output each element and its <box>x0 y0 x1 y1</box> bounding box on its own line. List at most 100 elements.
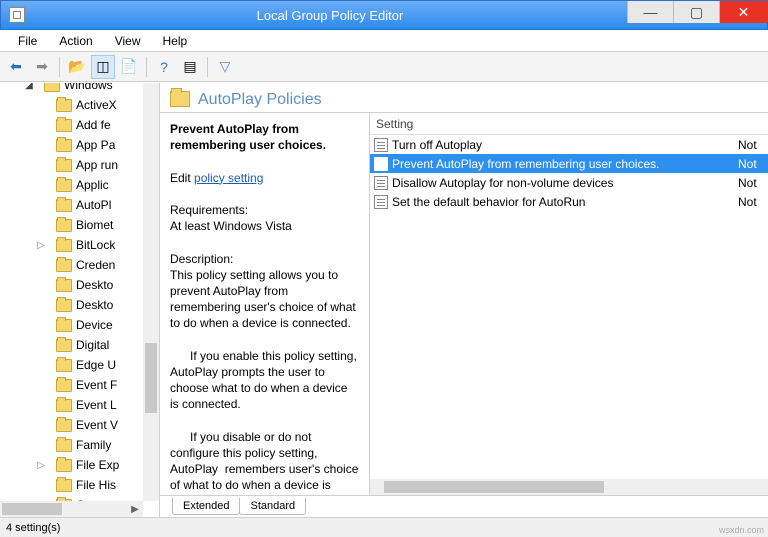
content-area: ◢ Windows ActiveX Add fe App Pa App run Applic… <box>0 82 768 517</box>
export-button[interactable]: 📄 <box>117 55 141 79</box>
tree-horizontal-scrollbar[interactable]: ◀ ▶ <box>0 501 143 517</box>
policy-icon <box>374 157 388 171</box>
tree-item[interactable]: Event V <box>4 415 143 435</box>
folder-icon <box>56 439 72 452</box>
window-buttons: — ▢ ✕ <box>627 1 767 29</box>
tree-item-label: ActiveX <box>76 98 117 112</box>
folder-icon <box>56 339 72 352</box>
requirements-label: Requirements: <box>170 203 248 217</box>
folder-icon <box>56 299 72 312</box>
tree-item[interactable]: AutoPl <box>4 195 143 215</box>
minimize-button[interactable]: — <box>627 1 673 23</box>
tree-item-label: Event F <box>76 378 117 392</box>
status-text: 4 setting(s) <box>6 522 60 534</box>
tree-item-label: BitLock <box>76 238 115 252</box>
tree-item-label: Creden <box>76 258 115 272</box>
tree-item[interactable]: Applic <box>4 175 143 195</box>
tree-item[interactable]: Deskto <box>4 275 143 295</box>
tree-item[interactable]: Event F <box>4 375 143 395</box>
tree-item-label: AutoPl <box>76 198 111 212</box>
tree-item-label: Family <box>76 438 111 452</box>
tree-item[interactable]: Device <box>4 315 143 335</box>
forward-button[interactable]: ➡ <box>30 55 54 79</box>
setting-row[interactable]: Disallow Autoplay for non-volume devices… <box>370 173 768 192</box>
tab-standard[interactable]: Standard <box>239 498 306 515</box>
tree-item[interactable]: File His <box>4 475 143 495</box>
setting-row[interactable]: Prevent AutoPlay from remembering user c… <box>370 154 768 173</box>
tab-extended[interactable]: Extended <box>172 498 240 515</box>
scrollbar-thumb[interactable] <box>384 481 604 493</box>
setting-row[interactable]: Set the default behavior for AutoRunNot <box>370 192 768 211</box>
setting-state: Not <box>738 176 768 190</box>
folder-icon <box>56 379 72 392</box>
tree-item[interactable]: App run <box>4 155 143 175</box>
scrollbar-thumb[interactable] <box>145 343 157 413</box>
tree-item-label: Edge U <box>76 358 116 372</box>
menu-view[interactable]: View <box>105 32 151 50</box>
folder-icon <box>56 99 72 112</box>
collapse-icon[interactable]: ◢ <box>24 83 34 91</box>
tree-item-label: Windows <box>64 83 113 92</box>
tree-item[interactable]: ◢ Windows <box>4 83 143 95</box>
tree-item-label: App run <box>76 158 118 172</box>
tree-item[interactable]: Family <box>4 435 143 455</box>
list-horizontal-scrollbar[interactable] <box>370 479 768 495</box>
details-panel: AutoPlay Policies Prevent AutoPlay from … <box>160 83 768 517</box>
setting-state: Not <box>738 157 768 171</box>
close-button[interactable]: ✕ <box>719 1 767 23</box>
folder-icon <box>56 459 72 472</box>
column-setting[interactable]: Setting <box>376 117 768 131</box>
tree-item[interactable]: Event L <box>4 395 143 415</box>
requirements-value: At least Windows Vista <box>170 219 292 233</box>
settings-list: Setting Turn off AutoplayNot Prevent Auto… <box>370 113 768 495</box>
tree-item[interactable]: Add fe <box>4 115 143 135</box>
tree-item-label: File His <box>76 478 116 492</box>
menu-file[interactable]: File <box>8 32 47 50</box>
up-button[interactable]: 📂 <box>65 55 89 79</box>
maximize-button[interactable]: ▢ <box>673 1 719 23</box>
show-hide-tree-button[interactable]: ◫ <box>91 55 115 79</box>
folder-icon <box>56 199 72 212</box>
folder-icon <box>56 119 72 132</box>
tree-item[interactable]: Biomet <box>4 215 143 235</box>
folder-icon <box>56 279 72 292</box>
tree-item[interactable]: Deskto <box>4 295 143 315</box>
panel-title: AutoPlay Policies <box>198 91 322 109</box>
folder-icon <box>56 159 72 172</box>
tree-item[interactable]: ActiveX <box>4 95 143 115</box>
selected-policy-title: Prevent AutoPlay from remembering user c… <box>170 122 326 152</box>
folder-icon <box>56 419 72 432</box>
scrollbar-thumb[interactable] <box>2 503 62 515</box>
folder-icon <box>44 83 60 92</box>
scroll-right-icon[interactable]: ▶ <box>127 504 143 515</box>
list-header[interactable]: Setting <box>370 113 768 135</box>
separator <box>207 57 208 77</box>
back-button[interactable]: ⬅ <box>4 55 28 79</box>
description-label: Description: <box>170 252 233 266</box>
folder-icon <box>56 479 72 492</box>
filter-button[interactable]: ▽ <box>213 55 237 79</box>
tree-item[interactable]: Creden <box>4 255 143 275</box>
expand-icon[interactable]: ▷ <box>36 240 46 251</box>
tree-item-label: Add fe <box>76 118 111 132</box>
view-tabs: Extended Standard <box>160 495 768 517</box>
statusbar: 4 setting(s) <box>0 517 768 537</box>
menu-help[interactable]: Help <box>153 32 198 50</box>
edit-policy-link[interactable]: policy setting <box>194 171 263 185</box>
tree-item[interactable]: Digital <box>4 335 143 355</box>
setting-label: Prevent AutoPlay from remembering user c… <box>392 157 738 171</box>
help-button[interactable]: ? <box>152 55 176 79</box>
menu-action[interactable]: Action <box>49 32 102 50</box>
description-p2: If you enable this policy setting, AutoP… <box>170 349 359 412</box>
properties-button[interactable]: ▤ <box>178 55 202 79</box>
tree-vertical-scrollbar[interactable] <box>143 83 159 501</box>
titlebar[interactable]: Local Group Policy Editor — ▢ ✕ <box>0 0 768 30</box>
setting-row[interactable]: Turn off AutoplayNot <box>370 135 768 154</box>
tree-item[interactable]: ▷File Exp <box>4 455 143 475</box>
panel-body: Prevent AutoPlay from remembering user c… <box>160 113 768 495</box>
tree-item-label: Biomet <box>76 218 113 232</box>
tree-item[interactable]: ▷ BitLock <box>4 235 143 255</box>
tree-item[interactable]: Edge U <box>4 355 143 375</box>
tree-item[interactable]: App Pa <box>4 135 143 155</box>
expand-icon[interactable]: ▷ <box>36 460 46 471</box>
